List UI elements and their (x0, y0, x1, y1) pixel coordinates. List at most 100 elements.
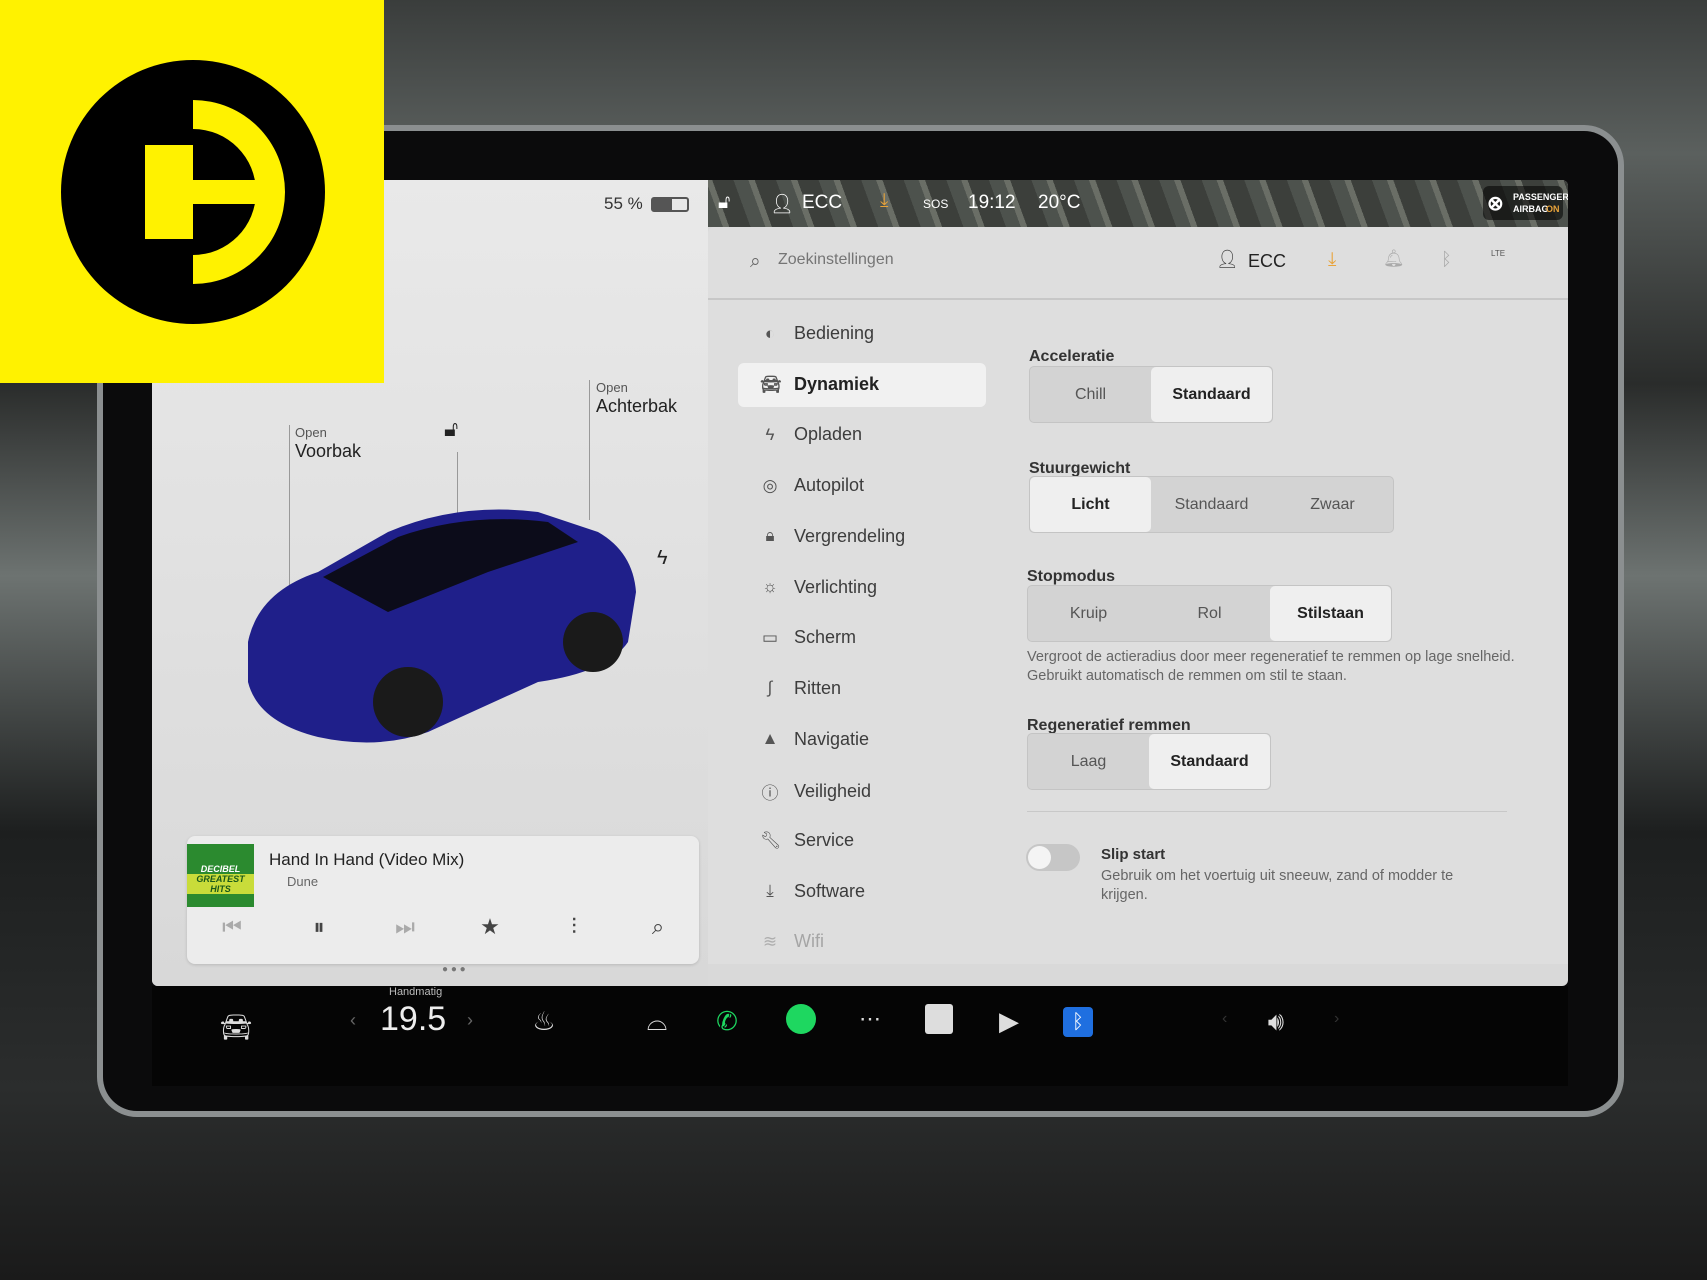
temp-down-chevron-icon[interactable]: ‹ (350, 1010, 356, 1031)
software-update-icon[interactable]: ⤓ (880, 190, 888, 212)
bluetooth-icon[interactable]: ᛒ (1441, 249, 1452, 270)
sidebar-item-label: Service (794, 830, 855, 850)
temp-up-chevron-icon[interactable]: › (467, 1010, 473, 1031)
stuurgewicht-option-zwaar[interactable]: Zwaar (1272, 477, 1393, 532)
display-icon: ▭ (761, 627, 779, 647)
outside-temperature: 20°C (1038, 192, 1081, 213)
battery-percent: 55 % (604, 194, 643, 213)
wrench-icon: 🔧︎ (760, 830, 782, 850)
previous-icon[interactable]: ⏮︎ (217, 914, 247, 940)
sidebar-item-scherm[interactable]: ▭ Scherm (760, 627, 856, 648)
slip-start-toggle[interactable] (1026, 844, 1080, 871)
car-icon[interactable]: 🚘︎ (214, 1012, 258, 1043)
lte-signal-icon: LTE (1491, 249, 1506, 258)
sidebar-item-bediening[interactable]: ◐ Bediening (760, 323, 874, 344)
page-dots[interactable]: ● ● ● (442, 964, 466, 975)
wiper-icon[interactable]: ⌓ (635, 1006, 679, 1038)
volume-up-chevron-icon[interactable]: › (1334, 1010, 1339, 1028)
phone-icon[interactable]: ✆ (705, 1006, 749, 1037)
frunk-label[interactable]: Voorbak (295, 441, 361, 462)
lock-status-icon[interactable]: 🔓︎ (718, 192, 730, 214)
safety-icon: ⓘ (761, 784, 779, 804)
sidebar-item-autopilot[interactable]: ◎ Autopilot (760, 475, 864, 496)
more-apps-icon[interactable]: ⋯ (848, 1006, 892, 1032)
sidebar-item-veiligheid[interactable]: ⓘ Veiligheid (760, 779, 872, 804)
sidebar-item-ritten[interactable]: ∫ Ritten (760, 678, 841, 699)
notification-bell-icon[interactable]: 🔔︎ (1383, 249, 1405, 269)
stopmodus-option-rol[interactable]: Rol (1149, 586, 1270, 641)
status-bar: 🔓︎ 👤︎ ECC ⤓ SOS 19:12 20°C ⊗ PASSENGER A… (708, 180, 1568, 227)
sidebar-item-label: Ritten (794, 677, 842, 698)
sidebar-item-opladen[interactable]: ϟ Opladen (760, 424, 863, 445)
sidebar-item-label: Veiligheid (794, 781, 872, 802)
stopmodus-description: Vergroot de actieradius door meer regene… (1027, 649, 1515, 684)
pause-icon[interactable]: ⏸︎ (304, 914, 334, 940)
album-art[interactable]: DECIBEL GREATEST HITS (187, 844, 254, 907)
lock-icon: 🔒︎ (765, 526, 775, 546)
sidebar-item-verlichting[interactable]: ☼ Verlichting (760, 577, 877, 598)
sos-label[interactable]: SOS (923, 197, 948, 211)
sidebar-item-label: Bediening (794, 323, 875, 343)
stopmodus-label: Stopmodus (1027, 568, 1115, 585)
track-title: Hand In Hand (Video Mix) (269, 850, 465, 869)
trunk-line (589, 380, 590, 520)
profile-icon[interactable]: 👤︎ (1216, 249, 1239, 270)
spotify-icon[interactable] (779, 1004, 823, 1041)
sidebar-item-wifi[interactable]: ≋ Wifi (760, 931, 824, 952)
regen-option-laag[interactable]: Laag (1028, 734, 1149, 789)
profile-icon[interactable]: 👤︎ (770, 192, 794, 216)
seat-heater-icon[interactable]: ♨ (522, 1006, 566, 1037)
settings-panel: ⌕ 👤︎ ECC ⤓ 🔔︎ ᛒ LTE ◐ Bediening 🚘︎ Dynamiek… (708, 227, 1568, 964)
car-image[interactable] (238, 502, 640, 752)
stopmodus-option-kruip[interactable]: Kruip (1028, 586, 1149, 641)
sidebar-item-vergrendeling[interactable]: 🔒︎ Vergrendeling (760, 526, 905, 547)
stuurgewicht-option-standaard[interactable]: Standaard (1151, 477, 1272, 532)
slip-start-description: Gebruik om het voertuig uit sneeuw, zand… (1101, 868, 1454, 903)
sidebar-item-label: Software (794, 880, 866, 901)
car-icon: 🚘︎ (760, 374, 782, 394)
settings-header: ⌕ 👤︎ ECC ⤓ 🔔︎ ᛒ LTE (708, 227, 1568, 300)
trunk-label[interactable]: Achterbak (596, 396, 677, 417)
slip-start-label: Slip start (1101, 846, 1166, 863)
charge-port-bolt-icon[interactable]: ϟ (657, 547, 668, 570)
sidebar-item-navigatie[interactable]: ▲ Navigatie (760, 729, 869, 750)
theater-icon[interactable]: ▶ (987, 1006, 1031, 1037)
bottom-dock: 🚘︎ Handmatig ‹ 19.5 › ♨ ⌓ ✆ ⋯ ▶ ᛒ ‹ 🔊︎ › (152, 986, 1568, 1086)
battery-icon (651, 197, 689, 212)
sidebar-item-dynamiek[interactable]: 🚘︎ Dynamiek (738, 362, 986, 407)
profile-name[interactable]: ECC (1248, 251, 1286, 272)
equalizer-icon[interactable]: ⫶ (559, 914, 589, 940)
sidebar-item-label: Vergrendeling (794, 525, 906, 546)
sidebar-item-service[interactable]: 🔧︎ Service (760, 830, 854, 851)
unlock-icon[interactable]: 🔓︎ (444, 416, 458, 442)
media-player: DECIBEL GREATEST HITS Hand In Hand (Video… (187, 836, 699, 964)
volume-icon[interactable]: 🔊︎ (1254, 1006, 1298, 1038)
trips-icon: ∫ (767, 678, 773, 698)
download-icon[interactable]: ⤓ (1328, 249, 1336, 271)
sidebar-item-software[interactable]: ⤓ Software (760, 881, 865, 902)
profile-name[interactable]: ECC (802, 192, 842, 214)
bluetooth-app-icon[interactable]: ᛒ (1056, 1004, 1100, 1037)
acceleratie-option-chill[interactable]: Chill (1030, 367, 1151, 422)
dealer-logo (0, 0, 384, 383)
divider (1027, 811, 1507, 812)
navigation-icon: ▲ (761, 729, 779, 749)
cabin-temperature[interactable]: 19.5 (380, 1000, 446, 1039)
next-icon[interactable]: ⏭︎ (390, 914, 420, 940)
passenger-airbag-status: ⊗ PASSENGER AIRBAG ON (1483, 186, 1568, 220)
wifi-icon: ≋ (762, 931, 778, 951)
sidebar-item-label: Scherm (794, 627, 857, 648)
regen-option-standaard[interactable]: Standaard (1149, 734, 1270, 789)
settings-search-input[interactable] (778, 251, 1078, 269)
acceleratie-option-standaard[interactable]: Standaard (1151, 367, 1272, 422)
media-search-icon[interactable]: ⌕ (643, 914, 673, 940)
clock: 19:12 (968, 192, 1016, 213)
stuurgewicht-option-licht[interactable]: Licht (1030, 477, 1151, 532)
toybox-icon[interactable] (917, 1004, 961, 1041)
favorite-star-icon[interactable]: ★ (475, 914, 505, 940)
trunk-open-link[interactable]: Open (596, 380, 628, 395)
sidebar-item-label: Opladen (794, 424, 863, 445)
stopmodus-option-stilstaan[interactable]: Stilstaan (1270, 586, 1391, 641)
frunk-open-link[interactable]: Open (295, 425, 327, 440)
volume-down-chevron-icon[interactable]: ‹ (1222, 1010, 1227, 1028)
